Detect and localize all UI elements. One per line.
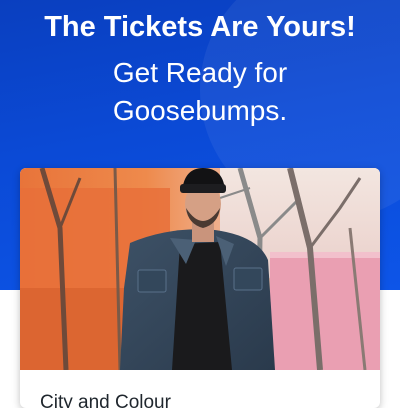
subline-line-2: Goosebumps.: [112, 95, 288, 126]
event-card[interactable]: City and Colour: [20, 168, 380, 408]
confirmation-subline: Get Ready for Goosebumps.: [0, 54, 400, 130]
confirmation-headline: The Tickets Are Yours!: [44, 11, 356, 43]
artist-name[interactable]: City and Colour: [40, 392, 171, 408]
artist-photo: [20, 168, 380, 370]
subline-line-1: Get Ready for: [112, 57, 288, 88]
